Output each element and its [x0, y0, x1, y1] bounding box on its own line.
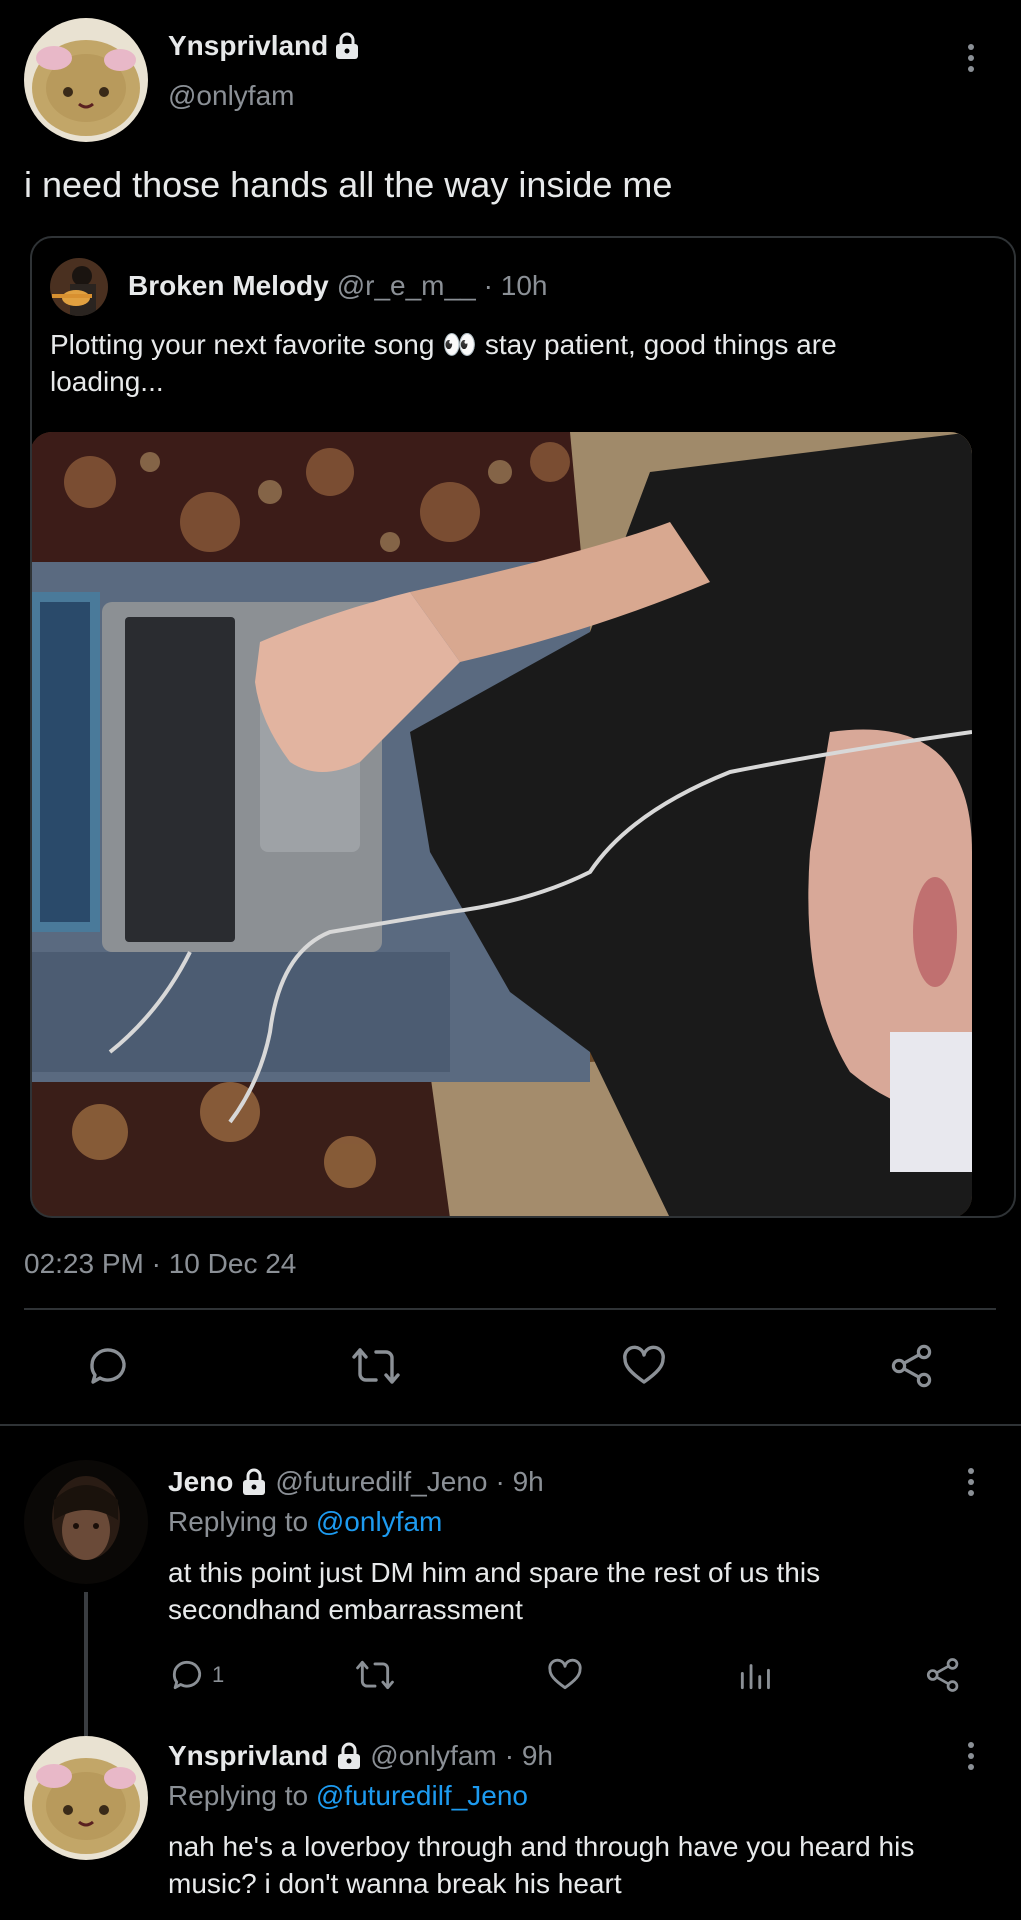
reply-2-header: Ynsprivland @onlyfam · 9h — [168, 1740, 553, 1772]
replying-to-link[interactable]: @onlyfam — [316, 1506, 442, 1537]
lock-icon — [241, 1468, 267, 1496]
share-icon — [891, 1344, 932, 1388]
retweet-button[interactable] — [350, 1342, 402, 1390]
reply-2-text-line-2: music? i don't wanna break his heart — [168, 1868, 622, 1899]
lock-icon — [336, 1742, 362, 1770]
reply-2-text-line-1: nah he's a loverboy through and through … — [168, 1831, 915, 1862]
reply-1-header: Jeno @futuredilf_Jeno · 9h — [168, 1466, 544, 1498]
reply-1-time: · 9h — [495, 1466, 544, 1497]
quoted-text-line-2: loading... — [50, 366, 164, 397]
replying-to-label: Replying to — [168, 1506, 309, 1537]
main-tweet-text: i need those hands all the way inside me — [24, 164, 673, 205]
quoted-tweet-card[interactable]: Broken Melody @r_e_m__ · 10h Plotting yo… — [30, 236, 1016, 1218]
replying-to-link[interactable]: @futuredilf_Jeno — [316, 1780, 528, 1811]
more-options-icon[interactable] — [956, 38, 986, 78]
quoted-text-line-1: Plotting your next favorite song 👀 stay … — [50, 329, 837, 360]
reply-1-text: at this point just DM him and spare the … — [168, 1554, 820, 1628]
retweet-icon — [352, 1348, 400, 1384]
reply-2-replying-to: Replying to @futuredilf_Jeno — [168, 1780, 528, 1812]
reply-2-text: nah he's a loverboy through and through … — [168, 1828, 914, 1902]
quoted-author-avatar[interactable] — [50, 258, 108, 316]
reply-2-author-name[interactable]: Ynsprivland — [168, 1740, 328, 1772]
reply-1-text-line-1: at this point just DM him and spare the … — [168, 1557, 821, 1588]
share-button[interactable] — [888, 1342, 936, 1390]
reply-1-author-handle[interactable]: @futuredilf_Jeno — [275, 1466, 487, 1498]
reply-1-analytics-button[interactable] — [736, 1656, 774, 1694]
quoted-header: Broken Melody @r_e_m__ · 10h — [128, 270, 547, 302]
thread-line — [84, 1592, 88, 1736]
main-author-avatar[interactable] — [24, 18, 148, 142]
main-tweet-timestamp[interactable]: 02:23 PM · 10 Dec 24 — [24, 1248, 296, 1280]
main-author-handle[interactable]: @onlyfam — [168, 80, 294, 112]
main-author-name[interactable]: Ynsprivland — [168, 30, 328, 62]
reply-icon — [172, 1660, 202, 1690]
reply-1-avatar[interactable] — [24, 1460, 148, 1584]
more-options-icon[interactable] — [956, 1462, 986, 1502]
reply-1-replying-to: Replying to @onlyfam — [168, 1506, 442, 1538]
reply-2-author-handle[interactable]: @onlyfam — [370, 1740, 496, 1772]
more-options-icon[interactable] — [956, 1736, 986, 1776]
share-icon — [926, 1658, 959, 1692]
reply-2-time: · 9h — [504, 1740, 553, 1771]
reply-icon — [90, 1348, 126, 1384]
quoted-author-handle[interactable]: @r_e_m__ — [337, 270, 476, 302]
like-button[interactable] — [620, 1342, 668, 1390]
quoted-media-photo[interactable] — [32, 432, 972, 1216]
section-divider — [0, 1424, 1021, 1426]
analytics-icon — [740, 1664, 770, 1690]
divider — [24, 1308, 996, 1310]
reply-1-text-line-2: secondhand embarrassment — [168, 1594, 523, 1625]
like-icon — [548, 1658, 582, 1690]
reply-1-retweet-button[interactable] — [354, 1656, 396, 1694]
reply-1-author-name[interactable]: Jeno — [168, 1466, 233, 1498]
like-icon — [623, 1345, 665, 1384]
lock-icon — [334, 32, 360, 60]
quoted-text: Plotting your next favorite song 👀 stay … — [50, 326, 1000, 400]
quoted-author-name[interactable]: Broken Melody — [128, 270, 329, 302]
quoted-time: · 10h — [483, 270, 548, 301]
reply-1-reply-button[interactable]: 1 — [168, 1656, 224, 1694]
reply-button[interactable] — [84, 1342, 132, 1390]
reply-2-avatar[interactable] — [24, 1736, 148, 1860]
reply-count: 1 — [212, 1662, 225, 1687]
reply-1-like-button[interactable] — [546, 1656, 584, 1694]
replying-to-label: Replying to — [168, 1780, 309, 1811]
retweet-icon — [356, 1660, 394, 1690]
reply-1-share-button[interactable] — [924, 1656, 962, 1694]
main-author-name-row: Ynsprivland — [168, 30, 360, 62]
